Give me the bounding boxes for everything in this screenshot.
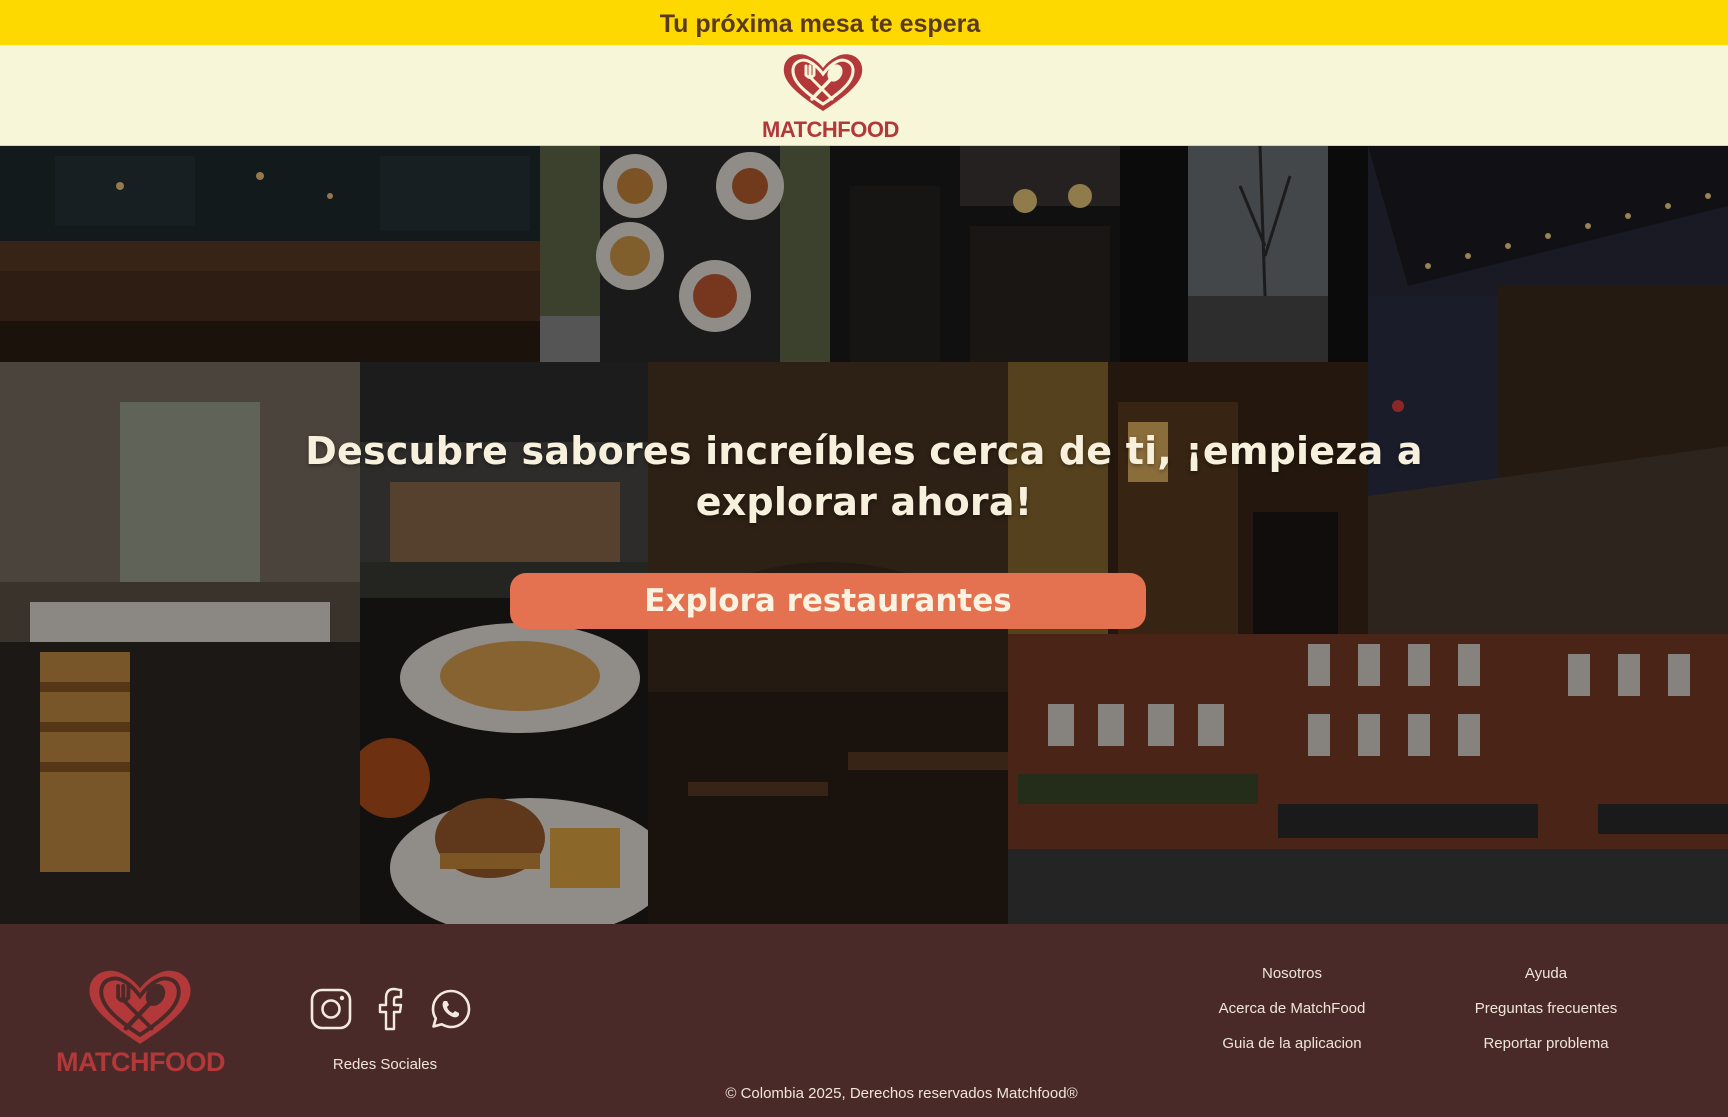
hero-title: Descubre sabores increíbles cerca de ti,… bbox=[305, 429, 1423, 524]
heart-fork-spoon-icon bbox=[783, 54, 863, 111]
banner-text: Tu próxima mesa te espera bbox=[659, 10, 981, 38]
header-logo-text: MATCHFOOD bbox=[762, 117, 899, 142]
footer-column-title: Ayuda bbox=[1524, 965, 1568, 982]
hero-section: Descubre sabores increíbles cerca de ti,… bbox=[0, 146, 1728, 924]
instagram-icon[interactable] bbox=[309, 987, 353, 1031]
hero-dark-overlay bbox=[0, 146, 1728, 924]
site-footer: MATCHFOOD Redes Sociales Nosotros Acerca… bbox=[0, 924, 1728, 1117]
header-logo[interactable]: MATCHFOOD bbox=[762, 49, 899, 145]
footer-link-faq[interactable]: Preguntas frecuentes bbox=[1446, 1000, 1646, 1017]
top-banner: Tu próxima mesa te espera bbox=[0, 0, 1728, 45]
site-header: MATCHFOOD bbox=[0, 45, 1728, 146]
footer-link-app-guide[interactable]: Guia de la aplicacion bbox=[1192, 1035, 1392, 1052]
social-label: Redes Sociales bbox=[332, 1056, 438, 1073]
footer-column-ayuda: Ayuda Preguntas frecuentes Reportar prob… bbox=[1446, 965, 1646, 1070]
footer-link-report-problem[interactable]: Reportar problema bbox=[1446, 1035, 1646, 1052]
facebook-icon[interactable] bbox=[369, 987, 413, 1031]
footer-link-about[interactable]: Acerca de MatchFood bbox=[1192, 1000, 1392, 1017]
social-links bbox=[309, 987, 473, 1031]
explore-restaurants-button[interactable]: Explora restaurantes bbox=[510, 573, 1146, 629]
copyright-text: © Colombia 2025, Derechos reservados Mat… bbox=[725, 1085, 1078, 1102]
footer-logo[interactable]: MATCHFOOD bbox=[56, 964, 225, 1084]
footer-column-nosotros: Nosotros Acerca de MatchFood Guia de la … bbox=[1192, 965, 1392, 1070]
footer-column-title: Nosotros bbox=[1261, 965, 1323, 982]
whatsapp-icon[interactable] bbox=[429, 987, 473, 1031]
heart-fork-spoon-icon bbox=[89, 970, 191, 1044]
footer-logo-text: MATCHFOOD bbox=[56, 1047, 225, 1077]
